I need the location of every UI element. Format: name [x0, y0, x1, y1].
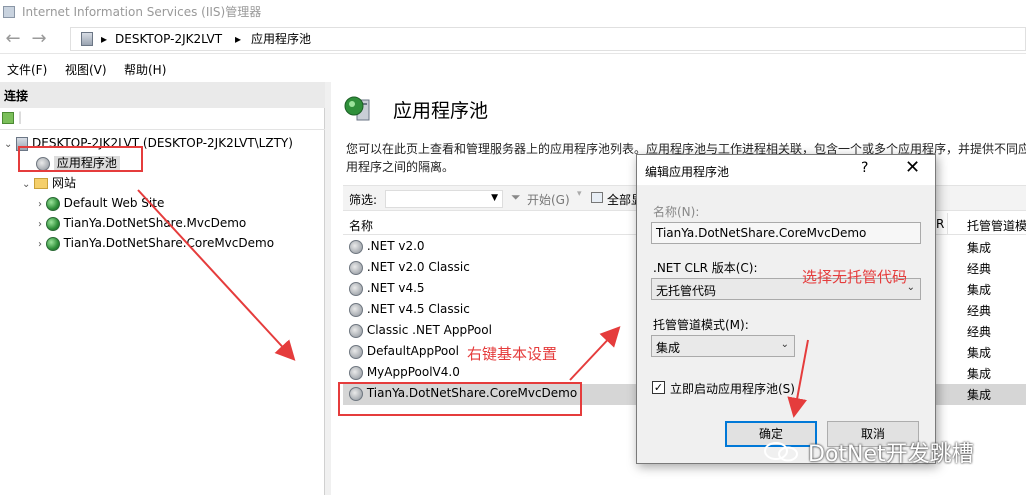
tree-sites-label: 网站 [52, 176, 77, 190]
pipeline-mode-label: 托管管道模式(M): [653, 318, 749, 332]
watermark-text: DotNet开发跳槽 [808, 442, 974, 467]
row-mode: 经典 [967, 262, 992, 276]
chevron-right-icon[interactable]: › [38, 219, 42, 230]
app-pool-icon [344, 96, 370, 121]
connections-toolbar: | [0, 108, 325, 130]
chevron-right-icon[interactable]: › [38, 239, 42, 250]
highlight-selected-row-box [338, 382, 582, 416]
app-pool-icon [349, 260, 363, 275]
help-icon[interactable]: ? [861, 160, 868, 176]
chevron-down-icon[interactable]: ⌄ [4, 139, 12, 150]
tree-item-site[interactable]: › Default Web Site [38, 195, 164, 213]
app-pool-icon [349, 365, 363, 380]
tree-site-label: TianYa.DotNetShare.CoreMvcDemo [63, 236, 275, 250]
filter-label: 筛选: [349, 193, 378, 207]
row-name: MyAppPoolV4.0 [366, 365, 460, 379]
breadcrumb-app-pools[interactable]: 应用程序池 [251, 31, 311, 47]
autostart-label[interactable]: 立即启动应用程序池(S) [670, 380, 795, 397]
forward-arrow-icon[interactable]: → [28, 29, 50, 49]
row-name: .NET v4.5 [366, 281, 425, 295]
tree-item-site[interactable]: › TianYa.DotNetShare.MvcDemo [38, 215, 246, 233]
clr-version-value: 无托管代码 [656, 284, 717, 298]
window-title-bar: Internet Information Services (IIS)管理器 [0, 0, 1026, 24]
row-mode: 集成 [967, 346, 992, 360]
connections-pane: 连接 | ⌄ DESKTOP-2JK2LVT (DESKTOP-2JK2LVT\… [0, 82, 325, 495]
menu-help[interactable]: 帮助(H) [124, 61, 166, 78]
app-pool-icon [349, 281, 363, 296]
address-bar-row: ← → ▸ DESKTOP-2JK2LVT ▸ 应用程序池 [0, 24, 1026, 54]
row-mode: 经典 [967, 304, 992, 318]
chevron-down-icon[interactable]: ⌄ [22, 179, 30, 190]
tree-item-sites[interactable]: ⌄ 网站 [22, 175, 76, 193]
funnel-icon: ⏷ [511, 190, 521, 204]
row-mode: 集成 [967, 388, 992, 402]
row-name: .NET v2.0 Classic [366, 260, 470, 274]
sites-folder-icon [34, 178, 49, 189]
clr-version-label: .NET CLR 版本(C): [653, 261, 758, 275]
name-field: TianYa.DotNetShare.CoreMvcDemo [651, 222, 921, 244]
app-pool-icon [349, 344, 363, 359]
chevron-down-icon[interactable]: ▾ [577, 189, 582, 199]
toolbar-separator: | [18, 110, 23, 124]
chevron-right-icon[interactable]: › [38, 199, 42, 210]
chevron-down-icon[interactable]: ⌄ [907, 282, 915, 293]
page-title: 应用程序池 [393, 100, 489, 122]
dialog-title: 编辑应用程序池 [645, 165, 730, 179]
column-divider [947, 213, 948, 235]
filter-input[interactable]: ▼ [385, 190, 503, 208]
back-arrow-icon[interactable]: ← [2, 29, 24, 49]
column-pipeline-mode[interactable]: 托管管道模式 [967, 217, 1026, 234]
row-mode: 经典 [967, 325, 992, 339]
address-bar[interactable]: ▸ DESKTOP-2JK2LVT ▸ 应用程序池 [70, 27, 1026, 51]
wechat-icon [764, 442, 798, 462]
iis-app-icon [3, 6, 15, 18]
tree-site-label: TianYa.DotNetShare.MvcDemo [63, 216, 247, 230]
edit-app-pool-dialog: 编辑应用程序池 ? ✕ 名称(N): TianYa.DotNetShare.Co… [636, 154, 936, 464]
pipeline-mode-select[interactable]: 集成 ⌄ [651, 335, 795, 357]
chevron-down-icon[interactable]: ▼ [491, 193, 498, 203]
name-label: 名称(N): [653, 205, 700, 219]
app-pool-icon [349, 239, 363, 254]
close-icon[interactable]: ✕ [905, 157, 920, 178]
globe-icon [45, 236, 60, 251]
dialog-title-bar: 编辑应用程序池 ? ✕ [637, 155, 935, 185]
pipeline-mode-value: 集成 [656, 341, 681, 355]
breadcrumb-separator-icon: ▸ [235, 32, 242, 46]
row-name: .NET v2.0 [366, 239, 425, 253]
breadcrumb-separator-icon: ▸ [101, 32, 108, 46]
menu-file[interactable]: 文件(F) [7, 61, 47, 78]
row-mode: 集成 [967, 367, 992, 381]
tree-site-label: Default Web Site [63, 196, 165, 210]
row-name: DefaultAppPool [366, 344, 459, 358]
server-icon [81, 32, 93, 46]
connect-icon[interactable] [2, 112, 14, 124]
tree-item-site[interactable]: › TianYa.DotNetShare.CoreMvcDemo [38, 235, 274, 253]
menu-bar: 文件(F) 视图(V) 帮助(H) [0, 55, 1026, 81]
row-mode: 集成 [967, 241, 992, 255]
app-pool-icon [349, 302, 363, 317]
app-pool-icon [349, 323, 363, 338]
menu-view[interactable]: 视图(V) [65, 61, 107, 78]
chevron-down-icon[interactable]: ⌄ [781, 339, 789, 350]
row-mode: 集成 [967, 283, 992, 297]
autostart-checkbox[interactable]: ✓ [652, 381, 665, 394]
globe-icon [45, 216, 60, 231]
start-filter-button[interactable]: 开始(G) [527, 191, 570, 208]
globe-icon [45, 196, 60, 211]
column-partial[interactable]: R [936, 217, 944, 231]
row-name: .NET v4.5 Classic [366, 302, 470, 316]
highlight-app-pools-box [18, 146, 143, 172]
column-name[interactable]: 名称 [349, 217, 373, 234]
breadcrumb-server[interactable]: DESKTOP-2JK2LVT [115, 31, 222, 47]
connections-header: 连接 [0, 82, 325, 108]
window-title: Internet Information Services (IIS)管理器 [22, 5, 262, 19]
show-all-icon [591, 192, 603, 203]
row-name: Classic .NET AppPool [366, 323, 492, 337]
right-click-annotation: 右键基本设置 [467, 345, 558, 363]
choose-annotation: 选择无托管代码 [802, 268, 908, 286]
